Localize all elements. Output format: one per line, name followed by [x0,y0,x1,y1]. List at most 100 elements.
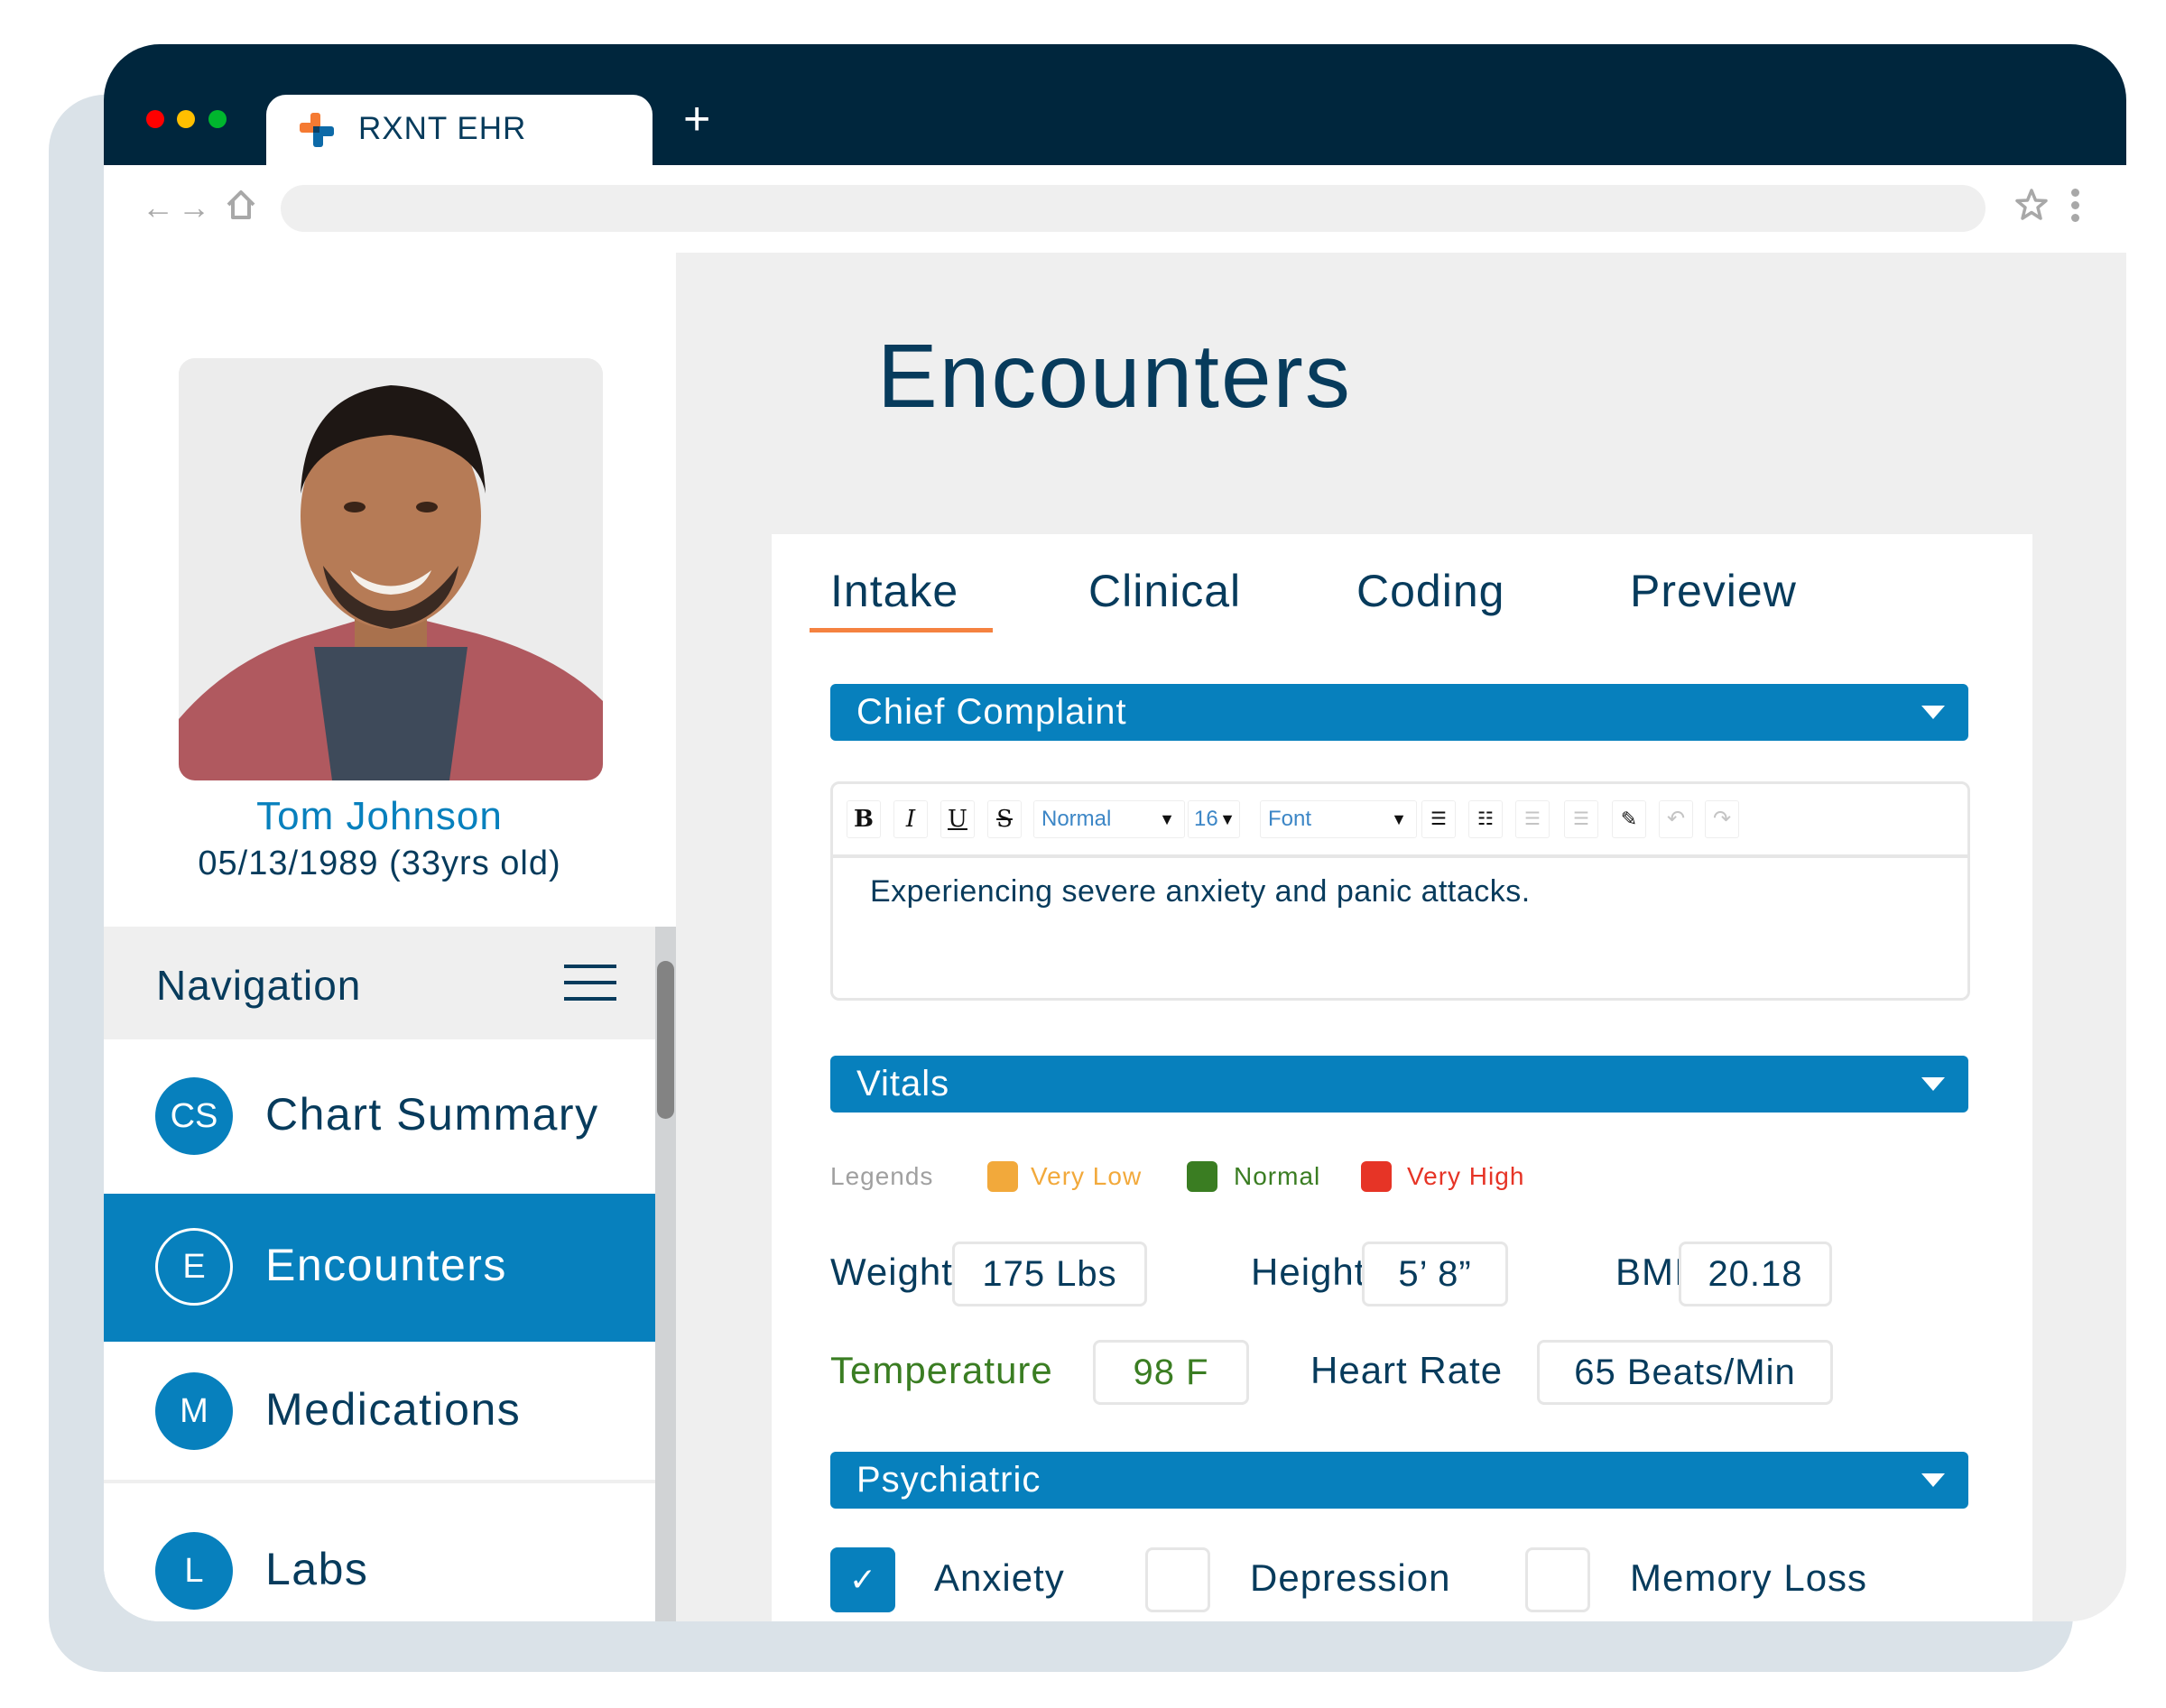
navigation-header: Navigation [104,927,655,1039]
heart-rate-label: Heart Rate [1310,1349,1504,1391]
nav-item-label: Medications [265,1384,522,1435]
browser-tab-title: RXNT EHR [358,111,527,146]
indent-icon[interactable]: ☰ [1515,800,1550,838]
labs-avatar-icon: L [155,1532,233,1610]
address-bar[interactable] [281,185,1986,232]
temperature-label: Temperature [830,1349,1053,1391]
caret-down-icon [1921,1077,1945,1091]
section-title: Psychiatric [856,1460,1041,1500]
bmi-field[interactable]: 20.18 [1679,1242,1832,1306]
encounter-tabs: Intake Clinical Coding Preview [772,565,2032,637]
patient-name[interactable]: Tom Johnson [104,794,655,839]
strikethrough-button[interactable]: S [987,800,1022,838]
depression-label[interactable]: Depression [1250,1556,1450,1600]
medications-avatar-icon: M [155,1372,233,1450]
tab-clinical[interactable]: Clinical [1088,565,1241,617]
active-tab-indicator [810,628,993,632]
numbered-list-icon[interactable]: ☷ [1468,800,1503,838]
dropdown-caret-icon: ▼ [1391,810,1407,828]
weight-label: Weight [830,1251,953,1293]
redo-icon[interactable]: ↷ [1705,800,1739,838]
nav-item-medications[interactable]: M Medications [104,1342,655,1480]
psychiatric-section-header[interactable]: Psychiatric [830,1452,1968,1509]
dropdown-caret-icon: ▼ [1219,810,1236,828]
maximize-window-button[interactable] [208,110,227,128]
anxiety-label[interactable]: Anxiety [934,1556,1065,1600]
anxiety-checkbox[interactable]: ✓ [830,1547,895,1612]
chief-complaint-section-header[interactable]: Chief Complaint [830,684,1968,741]
patient-photo [179,358,603,780]
tab-preview[interactable]: Preview [1630,565,1797,617]
temperature-field[interactable]: 98 F [1093,1340,1249,1405]
chart-summary-avatar-icon: CS [155,1077,233,1155]
nav-item-labs[interactable]: L Labs [104,1483,655,1621]
dropdown-caret-icon: ▼ [1159,810,1175,828]
forward-arrow-icon[interactable]: → [178,189,214,226]
height-label: Height [1251,1251,1366,1293]
caret-down-icon [1921,1473,1945,1487]
legend-very-low: Very Low [1031,1162,1143,1190]
legend-very-high: Very High [1407,1162,1525,1190]
style-select-value: Normal [1041,807,1112,831]
editor-toolbar: B I U S Normal ▼ 16 ▼ Font ▼ ☰ ☷ ☰ ☰ ✎ ↶… [833,784,1967,858]
new-tab-button[interactable]: + [683,96,710,143]
browser-titlebar: RXNT EHR + [104,44,2126,165]
legend-normal: Normal [1234,1162,1321,1190]
pen-icon[interactable]: ✎ [1612,800,1646,838]
font-size-select[interactable]: 16 ▼ [1188,800,1240,838]
very-low-swatch [987,1161,1018,1192]
chief-complaint-text[interactable]: Experiencing severe anxiety and panic at… [870,874,1531,909]
sidebar-scrollbar-thumb[interactable] [657,961,674,1119]
underline-button[interactable]: U [940,800,975,838]
page-title: Encounters [877,326,1352,427]
minimize-window-button[interactable] [177,110,195,128]
caret-down-icon [1921,706,1945,719]
nav-item-chart-summary[interactable]: CS Chart Summary [104,1039,655,1194]
hamburger-menu-icon[interactable] [564,965,616,1001]
browser-window: RXNT EHR + ←→ Tom Johnson 05/13/1989 (33… [104,44,2126,1621]
browser-tab-active[interactable]: RXNT EHR [266,95,653,165]
patient-dob: 05/13/1989 (33yrs old) [198,845,561,882]
font-family-value: Font [1268,807,1312,831]
close-window-button[interactable] [146,110,164,128]
memory-loss-checkbox[interactable] [1525,1547,1590,1612]
font-family-select[interactable]: Font ▼ [1260,800,1417,838]
height-field[interactable]: 5’ 8” [1362,1242,1508,1306]
bold-button[interactable]: B [847,800,881,838]
encounters-avatar-icon: E [155,1228,233,1306]
font-size-value: 16 [1194,807,1218,831]
undo-icon[interactable]: ↶ [1659,800,1693,838]
nav-item-label: Labs [265,1544,369,1594]
home-icon[interactable] [223,187,259,223]
encounter-card: Intake Clinical Coding Preview Chief Com… [772,534,2032,1621]
navigation-title: Navigation [156,962,362,1009]
vitals-section-header[interactable]: Vitals [830,1056,1968,1113]
star-icon[interactable] [2013,187,2050,223]
section-title: Chief Complaint [856,692,1127,732]
memory-loss-label[interactable]: Memory Loss [1630,1556,1867,1600]
nav-item-label: Encounters [265,1240,507,1290]
tab-intake[interactable]: Intake [830,565,958,617]
nav-item-label: Chart Summary [265,1089,599,1140]
checkmark-icon: ✓ [848,1561,877,1598]
depression-checkbox[interactable] [1145,1547,1210,1612]
weight-field[interactable]: 175 Lbs [952,1242,1147,1306]
outdent-icon[interactable]: ☰ [1564,800,1598,838]
tab-coding[interactable]: Coding [1356,565,1504,617]
style-select[interactable]: Normal ▼ [1033,800,1185,838]
heart-rate-field[interactable]: 65 Beats/Min [1537,1340,1833,1405]
back-arrow-icon[interactable]: ← [142,189,178,226]
italic-button[interactable]: I [893,800,928,838]
section-title: Vitals [856,1064,950,1103]
vitals-legends: Legends Very Low Normal Very High [830,1159,1913,1196]
chief-complaint-editor: B I U S Normal ▼ 16 ▼ Font ▼ ☰ ☷ ☰ ☰ ✎ ↶… [830,781,1970,1001]
nav-arrows: ←→ [142,189,214,226]
kebab-menu-icon[interactable] [2071,189,2082,226]
bmi-label: BMI [1615,1251,1686,1293]
very-high-swatch [1361,1161,1392,1192]
nav-item-encounters[interactable]: E Encounters [104,1194,655,1342]
bullet-list-icon[interactable]: ☰ [1421,800,1456,838]
legends-label: Legends [830,1162,934,1190]
main-content: Encounters Intake Clinical Coding Previe… [676,253,2126,1621]
patient-sidebar: Tom Johnson 05/13/1989 (33yrs old) Navig… [104,253,676,1621]
